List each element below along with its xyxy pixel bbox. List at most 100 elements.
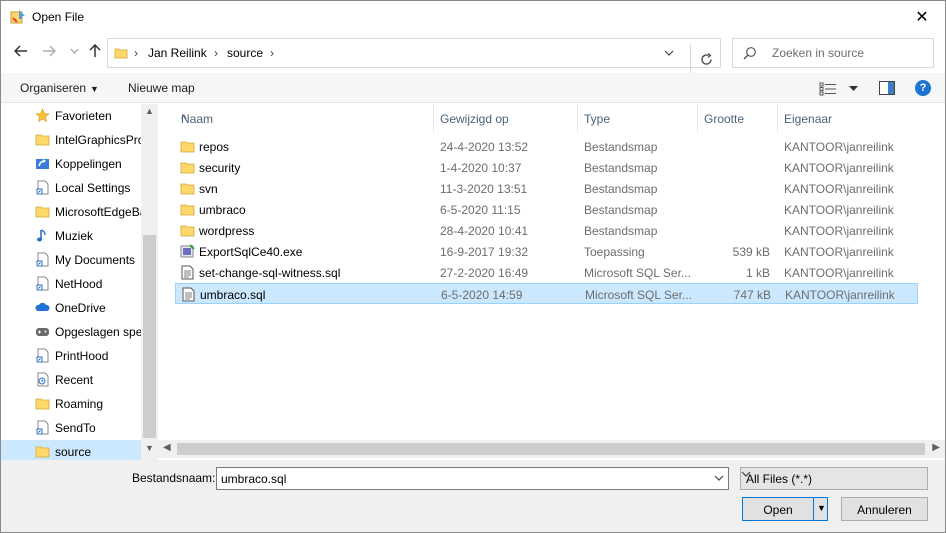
file-size: 539 kB [732,245,770,259]
file-type: Microsoft SQL Ser... [584,266,691,280]
scrollbar-thumb[interactable] [177,443,925,455]
sidebar-item[interactable]: NetHood [1,272,141,296]
file-row[interactable]: set-change-sql-witness.sql 27-2-2020 16:4… [175,262,918,283]
breadcrumb-item-user[interactable]: Jan Reilink [148,46,207,60]
filename-input[interactable] [217,468,707,489]
sidebar-item[interactable]: My Documents [1,248,141,272]
sidebar-item[interactable]: Recent [1,368,141,392]
forward-button[interactable] [39,41,59,61]
file-size: 747 kB [733,288,771,302]
recent-locations-button[interactable] [64,41,84,61]
folder-icon [35,204,50,219]
sidebar-item[interactable]: PrintHood [1,344,141,368]
recent-icon [35,372,50,387]
new-folder-button[interactable]: Nieuwe map [128,81,195,95]
file-row[interactable]: repos 24-4-2020 13:52 Bestandsmap KANTOOR\j… [175,136,918,157]
sidebar-item[interactable]: Favorieten [1,104,141,128]
dropdown-arrow-icon: ▼ [90,84,99,94]
command-toolbar: Organiseren ▼ Nieuwe map ? [1,73,945,103]
folder-icon [180,223,195,237]
file-list-horizontal-scrollbar[interactable]: ◀ ▶ [158,440,945,458]
sidebar-item-label: Koppelingen [55,157,122,171]
file-row[interactable]: wordpress 28-4-2020 10:41 Bestandsmap KANTO… [175,220,918,241]
organize-button[interactable]: Organiseren ▼ [20,81,99,95]
sidebar-item[interactable]: source [1,440,141,460]
scroll-left-icon[interactable]: ◀ [163,442,171,453]
file-row[interactable]: umbraco 6-5-2020 11:15 Bestandsmap KANTOOR\… [175,199,918,220]
file-size: 1 kB [745,266,770,280]
file-name: svn [199,182,218,196]
search-box[interactable]: Zoeken in source [732,38,934,68]
file-type: Bestandsmap [584,161,658,175]
column-header-modified[interactable]: Gewijzigd op [434,104,578,132]
close-icon: ✕ [915,8,929,26]
close-button[interactable]: ✕ [899,1,945,32]
file-type: Bestandsmap [584,203,658,217]
arrow-up-icon [89,44,101,57]
column-header-size[interactable]: Grootte [698,104,778,132]
scroll-down-icon[interactable]: ▼ [145,443,154,453]
file-type: Microsoft SQL Ser... [585,288,692,302]
sidebar-item[interactable]: SendTo [1,416,141,440]
organize-label: Organiseren [20,81,87,95]
sidebar-item[interactable]: Roaming [1,392,141,416]
sidebar-item[interactable]: Muziek [1,224,141,248]
folder-icon [180,160,195,174]
sidebar-item-label: PrintHood [55,349,109,363]
sidebar-item[interactable]: MicrosoftEdgeBackups [1,200,141,224]
title-bar: Open File ✕ [1,1,945,33]
file-list: Naam ^ Gewijzigd op Type Grootte Eigenaa… [158,104,945,460]
sidebar-item[interactable]: Koppelingen [1,152,141,176]
cancel-button[interactable]: Annuleren [841,497,928,521]
file-modified: 28-4-2020 10:41 [440,224,529,238]
folder-icon [35,132,50,147]
file-type: Toepassing [584,245,645,259]
open-button[interactable]: Open ▼ [742,497,828,521]
file-modified: 6-5-2020 14:59 [441,288,523,302]
scrollbar-thumb[interactable] [143,235,156,438]
up-button[interactable] [85,41,105,61]
file-row[interactable]: ExportSqlCe40.exe 16-9-2017 19:32 Toepassi… [175,241,918,262]
arrow-left-icon [14,45,27,57]
breadcrumb-item-source[interactable]: source [227,46,263,60]
change-view-button[interactable] [819,80,859,98]
filename-combobox[interactable] [216,467,729,490]
sort-ascending-icon: ^ [181,112,187,126]
sidebar-item-label: Recent [55,373,94,387]
refresh-button[interactable] [690,44,721,74]
folder-icon [35,444,50,459]
link-icon [35,156,50,171]
sidebar-item[interactable]: IntelGraphicsProfiles [1,128,141,152]
file-name: repos [199,140,230,154]
sidebar-item[interactable]: Opgeslagen spellen [1,320,141,344]
app-icon [10,10,25,24]
search-icon [743,47,756,60]
file-row[interactable]: svn 11-3-2020 13:51 Bestandsmap KANTOOR\jan… [175,178,918,199]
file-row[interactable]: umbraco.sql 6-5-2020 14:59 Microsoft SQL S… [175,283,918,304]
chevron-down-icon[interactable] [714,472,724,484]
file-type-filter[interactable]: All Files (*.*) [740,467,928,490]
file-name: security [199,161,241,175]
column-header-owner[interactable]: Eigenaar [778,104,928,132]
filename-label: Bestandsnaam: [132,471,216,485]
preview-pane-icon[interactable] [879,81,895,95]
open-dropdown-icon[interactable]: ▼ [817,503,826,513]
address-bar[interactable]: › Jan Reilink › source › [107,38,721,74]
sidebar-item-label: Opgeslagen spellen [55,325,141,339]
column-header-name[interactable]: Naam ^ [175,104,434,132]
sidebar-item-label: Local Settings [55,181,131,195]
scroll-right-icon[interactable]: ▶ [932,442,940,453]
file-modified: 1-4-2020 10:37 [440,161,522,175]
folder-icon [180,181,195,195]
navigation-pane-scrollbar[interactable]: ▲ ▼ [141,104,158,460]
back-button[interactable] [11,41,31,61]
column-header-type[interactable]: Type [578,104,698,132]
file-modified: 24-4-2020 13:52 [440,140,529,154]
scroll-up-icon[interactable]: ▲ [145,106,154,116]
help-button[interactable]: ? [915,80,931,96]
sidebar-item[interactable]: Local Settings [1,176,141,200]
file-row[interactable]: security 1-4-2020 10:37 Bestandsmap KANTOOR… [175,157,918,178]
sidebar-item[interactable]: OneDrive [1,296,141,320]
file-modified: 6-5-2020 11:15 [440,203,521,217]
chevron-down-icon[interactable] [664,46,674,60]
